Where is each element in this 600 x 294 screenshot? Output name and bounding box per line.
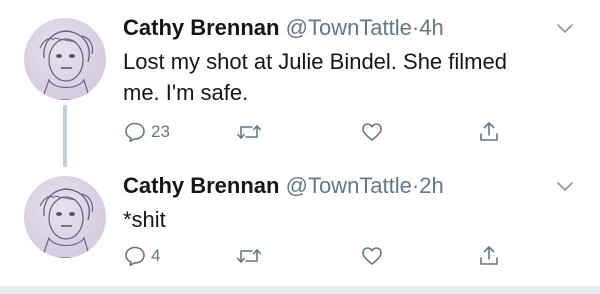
reply-button[interactable]: 4 [123,242,160,270]
like-button[interactable] [360,242,388,270]
timeline: Cathy Brennan @TownTattle·4h Lost my sho… [0,0,600,294]
author-name[interactable]: Cathy Brennan [123,15,279,40]
retweet-icon [237,249,261,263]
thread-connector-line [63,105,67,167]
author-handle[interactable]: @TownTattle [286,173,412,198]
tweet-text: *shit [123,204,563,235]
reply-button[interactable]: 23 [123,118,170,146]
tweet-actions: 23 [123,118,543,146]
tweet-header: Cathy Brennan @TownTattle·4h [123,14,540,42]
tweet-text: Lost my shot at Julie Bindel. She filmed… [123,46,563,108]
retweet-button[interactable] [236,118,266,146]
tweet[interactable]: Cathy Brennan @TownTattle·4h Lost my sho… [0,0,600,170]
reply-icon [125,122,145,142]
tweet-actions: 4 [123,242,543,270]
tweet-text-line: *shit [123,207,166,232]
avatar-drawing-icon [39,30,94,100]
timeline-divider [0,286,600,294]
reply-count: 23 [151,122,170,141]
avatar-drawing-icon [39,188,94,258]
tweet-header: Cathy Brennan @TownTattle·2h [123,172,540,200]
share-button[interactable] [477,118,501,146]
avatar[interactable] [24,18,106,100]
chevron-down-icon[interactable] [554,17,576,39]
retweet-button[interactable] [236,242,266,270]
share-icon [480,246,498,265]
author-name[interactable]: Cathy Brennan [123,173,279,198]
heart-icon [362,123,382,141]
share-icon [480,122,498,141]
share-button[interactable] [477,242,501,270]
tweet-timestamp[interactable]: 4h [419,15,443,40]
tweet-text-line: me. I'm safe. [123,80,249,105]
tweet-text-line: Lost my shot at Julie Bindel. She filmed [123,49,507,74]
chevron-down-icon[interactable] [554,175,576,197]
tweet-timestamp[interactable]: 2h [419,173,443,198]
heart-icon [362,247,382,265]
avatar[interactable] [24,176,106,258]
reply-icon [125,246,145,266]
reply-count: 4 [151,246,161,265]
tweet[interactable]: Cathy Brennan @TownTattle·2h *shit 4 [0,170,600,282]
retweet-icon [237,125,261,139]
author-handle[interactable]: @TownTattle [286,15,412,40]
like-button[interactable] [360,118,388,146]
